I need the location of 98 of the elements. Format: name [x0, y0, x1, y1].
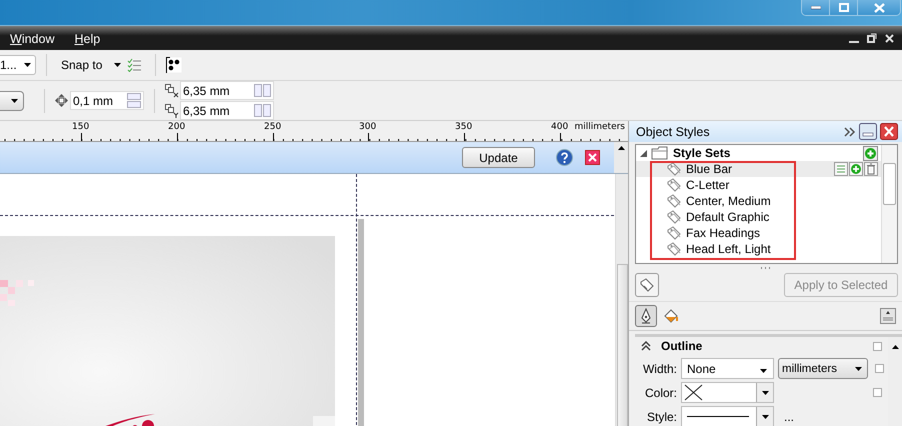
collapse-icon[interactable]: [641, 341, 651, 351]
minimize-button[interactable]: [802, 0, 830, 15]
panel-title: Object Styles: [636, 124, 711, 138]
scroll-bar[interactable]: [881, 145, 897, 263]
color-dropdown[interactable]: [681, 382, 774, 403]
duplicate-x-field[interactable]: 6,35 mm: [180, 81, 274, 100]
ruler-label: 400: [551, 122, 568, 132]
nudge-icon: [55, 94, 68, 107]
ruler-label: 150: [72, 122, 90, 132]
nudge-field[interactable]: 0,1 mm: [70, 91, 144, 110]
grid-dots-icon[interactable]: [166, 57, 182, 73]
field-label: Color:: [644, 386, 677, 400]
ruler-label: 200: [168, 122, 186, 132]
duplicate-y-field[interactable]: 6,35 mm: [180, 101, 274, 120]
no-color-icon: [684, 384, 704, 401]
ruler-tick: [560, 133, 561, 141]
pen-nib-icon: [640, 308, 652, 324]
ruler-tick: [464, 133, 465, 141]
edit-icon[interactable]: [834, 162, 848, 176]
maximize-button[interactable]: [830, 0, 858, 15]
checklist-icon[interactable]: [127, 58, 142, 72]
style-item[interactable]: Center, Medium: [636, 193, 881, 209]
style-tool-button[interactable]: [635, 273, 659, 297]
update-button[interactable]: Update: [462, 147, 535, 168]
ruler-label: 350: [455, 122, 472, 132]
section-title: Outline: [661, 339, 704, 353]
style-name: Center, Medium: [686, 194, 772, 208]
minimize-icon: [810, 6, 820, 10]
help-icon[interactable]: [556, 149, 573, 166]
caret-icon: [892, 345, 898, 349]
caret-icon: [855, 366, 862, 370]
maximize-icon: [838, 3, 848, 12]
menu-item[interactable]: Help: [74, 30, 110, 46]
style-name: Blue Bar: [686, 162, 734, 176]
ruler-unit: millimeters: [574, 122, 625, 132]
ruler-label: 300: [359, 122, 376, 132]
ruler-label: 250: [264, 122, 282, 132]
checkbox[interactable]: [875, 364, 884, 373]
tree-root[interactable]: Style Sets: [636, 145, 881, 161]
tag-icon: [666, 226, 682, 240]
menu-item[interactable]: Window: [10, 30, 64, 46]
tag-icon: [666, 242, 682, 256]
style-item[interactable]: Fax Headings: [636, 225, 881, 241]
caret-icon: [762, 390, 768, 394]
tag-icon: [666, 210, 682, 224]
field-label: Style:: [646, 410, 677, 424]
style-item[interactable]: Head Left, Light: [636, 241, 881, 257]
duplicate-x-icon: [165, 84, 179, 98]
tag-icon: [666, 178, 682, 192]
scroll-bar[interactable]: [614, 142, 628, 173]
section-header[interactable]: Outline: [635, 337, 888, 355]
add-icon[interactable]: [863, 146, 878, 160]
close-icon: [874, 2, 884, 12]
checkbox[interactable]: [873, 388, 882, 397]
outline-tab[interactable]: [635, 305, 657, 327]
caret-icon: [24, 63, 31, 67]
style-dropdown[interactable]: [681, 406, 774, 426]
minimize-icon[interactable]: [859, 123, 877, 140]
pin-icon[interactable]: [880, 308, 896, 324]
close-button[interactable]: [858, 0, 900, 15]
style-name: Fax Headings: [686, 226, 762, 240]
checkbox[interactable]: [873, 342, 882, 350]
tag-icon: [666, 162, 682, 176]
style-name: Head Left, Light: [686, 242, 772, 256]
add-icon[interactable]: [849, 162, 863, 176]
style-item[interactable]: Blue Bar: [636, 161, 881, 177]
tree-root-label: Style Sets: [673, 146, 732, 160]
more-button[interactable]: ...: [784, 410, 794, 424]
close-icon[interactable]: [585, 150, 600, 165]
expanded-arrow-icon[interactable]: [640, 150, 647, 156]
tag-icon: [666, 194, 682, 208]
ruler-tick: [273, 133, 274, 141]
dropdown-button[interactable]: [0, 90, 24, 110]
style-name: Default Graphic: [686, 210, 770, 224]
caret-icon: [618, 146, 624, 150]
tag-icon: [639, 278, 655, 292]
paint-bucket-icon: [663, 308, 679, 324]
scroll-bar[interactable]: [615, 174, 628, 426]
caret-icon: [762, 414, 768, 418]
caret-icon: [114, 63, 122, 67]
unit-dropdown[interactable]: millimeters: [778, 358, 868, 379]
caret-icon: [760, 368, 767, 372]
zoom-dropdown[interactable]: 1...: [0, 55, 36, 75]
style-item[interactable]: Default Graphic: [636, 209, 881, 225]
style-item[interactable]: C-Letter: [636, 177, 881, 193]
ruler-tick: [177, 133, 178, 141]
delete-icon[interactable]: [864, 162, 878, 176]
width-dropdown[interactable]: None: [681, 358, 774, 379]
ruler-tick: [81, 133, 82, 141]
restore-icon[interactable]: [867, 33, 877, 43]
duplicate-y-icon: [165, 104, 179, 118]
snap-to-button[interactable]: Snap to: [57, 56, 126, 74]
expand-icon[interactable]: [844, 126, 856, 136]
ruler-tick: [368, 133, 369, 141]
caret-icon: [11, 98, 18, 102]
close-icon[interactable]: [880, 123, 898, 140]
field-label: Width:: [642, 362, 677, 376]
style-name: C-Letter: [686, 178, 730, 192]
